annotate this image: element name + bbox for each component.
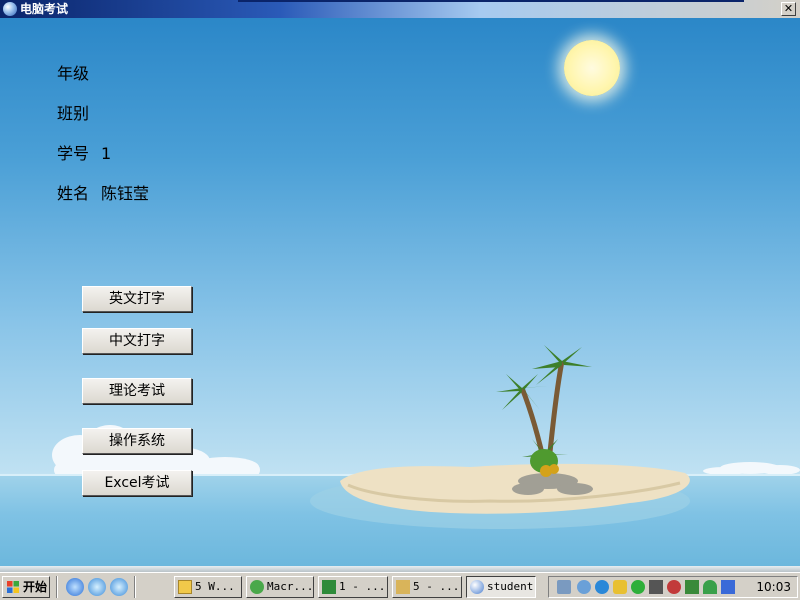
globe-icon [470,580,484,594]
operating-system-button[interactable]: 操作系统 [82,428,192,454]
taskbar: 开始 5 W... Macr... 1 - ... 5 - ... studen… [0,572,800,600]
ie-quicklaunch-icon[interactable] [88,578,106,596]
ie-quicklaunch-2-icon[interactable] [110,578,128,596]
student-id-row: 学号 1 [57,140,111,164]
name-value: 陈钰莹 [101,184,150,203]
smiley-icon[interactable] [631,580,645,594]
lock-icon[interactable] [613,580,627,594]
task-paint[interactable]: 5 - ... [392,576,462,598]
task-label: 5 - ... [413,580,460,593]
task-label: student [487,580,534,593]
close-button[interactable]: ✕ [781,2,796,16]
island-icon [310,345,690,529]
system-tray: 10:03 [548,576,798,598]
task-label: 1 - ... [339,580,386,593]
task-label: Macr... [267,580,314,593]
tool-icon[interactable] [685,580,699,594]
start-button[interactable]: 开始 [2,576,50,598]
chinese-typing-button[interactable]: 中文打字 [82,328,192,354]
umbrella-icon[interactable] [703,580,717,594]
class-row: 班别 [57,100,101,124]
ie-tray-icon[interactable] [595,580,609,594]
monitor-icon[interactable] [721,580,735,594]
task-label: 5 W... [195,580,235,593]
pen-icon[interactable] [649,580,663,594]
clock: 10:03 [756,580,791,594]
network-icon[interactable] [557,580,571,594]
window-title: 电脑考试 [20,2,69,16]
english-typing-button[interactable]: 英文打字 [82,286,192,312]
sun-icon [564,40,620,96]
globe-tray-icon[interactable] [577,580,591,594]
name-row: 姓名 陈钰莹 [57,180,149,204]
macromedia-icon [250,580,264,594]
eye-icon [322,580,336,594]
title-bar: 电脑考试 ✕ [0,0,800,18]
student-id-label: 学号 [57,144,90,163]
start-label: 开始 [23,580,48,594]
theory-exam-button[interactable]: 理论考试 [82,378,192,404]
name-label: 姓名 [57,184,90,203]
grade-label: 年级 [57,64,90,83]
excel-exam-button[interactable]: Excel考试 [82,470,192,496]
app-globe-icon [3,2,17,16]
student-id-value: 1 [101,144,112,163]
antivirus-icon[interactable] [667,580,681,594]
windows-flag-icon [7,581,19,593]
folder-icon [178,580,192,594]
paint-icon [396,580,410,594]
ie-icon[interactable] [66,578,84,596]
task-eye[interactable]: 1 - ... [318,576,388,598]
task-folder[interactable]: 5 W... [174,576,242,598]
taskbar-separator [56,576,58,598]
task-macromedia[interactable]: Macr... [246,576,314,598]
grade-row: 年级 [57,60,101,84]
taskbar-separator [134,576,136,598]
class-label: 班别 [57,104,90,123]
title-bar-strip [238,0,744,2]
task-student[interactable]: student [466,576,536,598]
